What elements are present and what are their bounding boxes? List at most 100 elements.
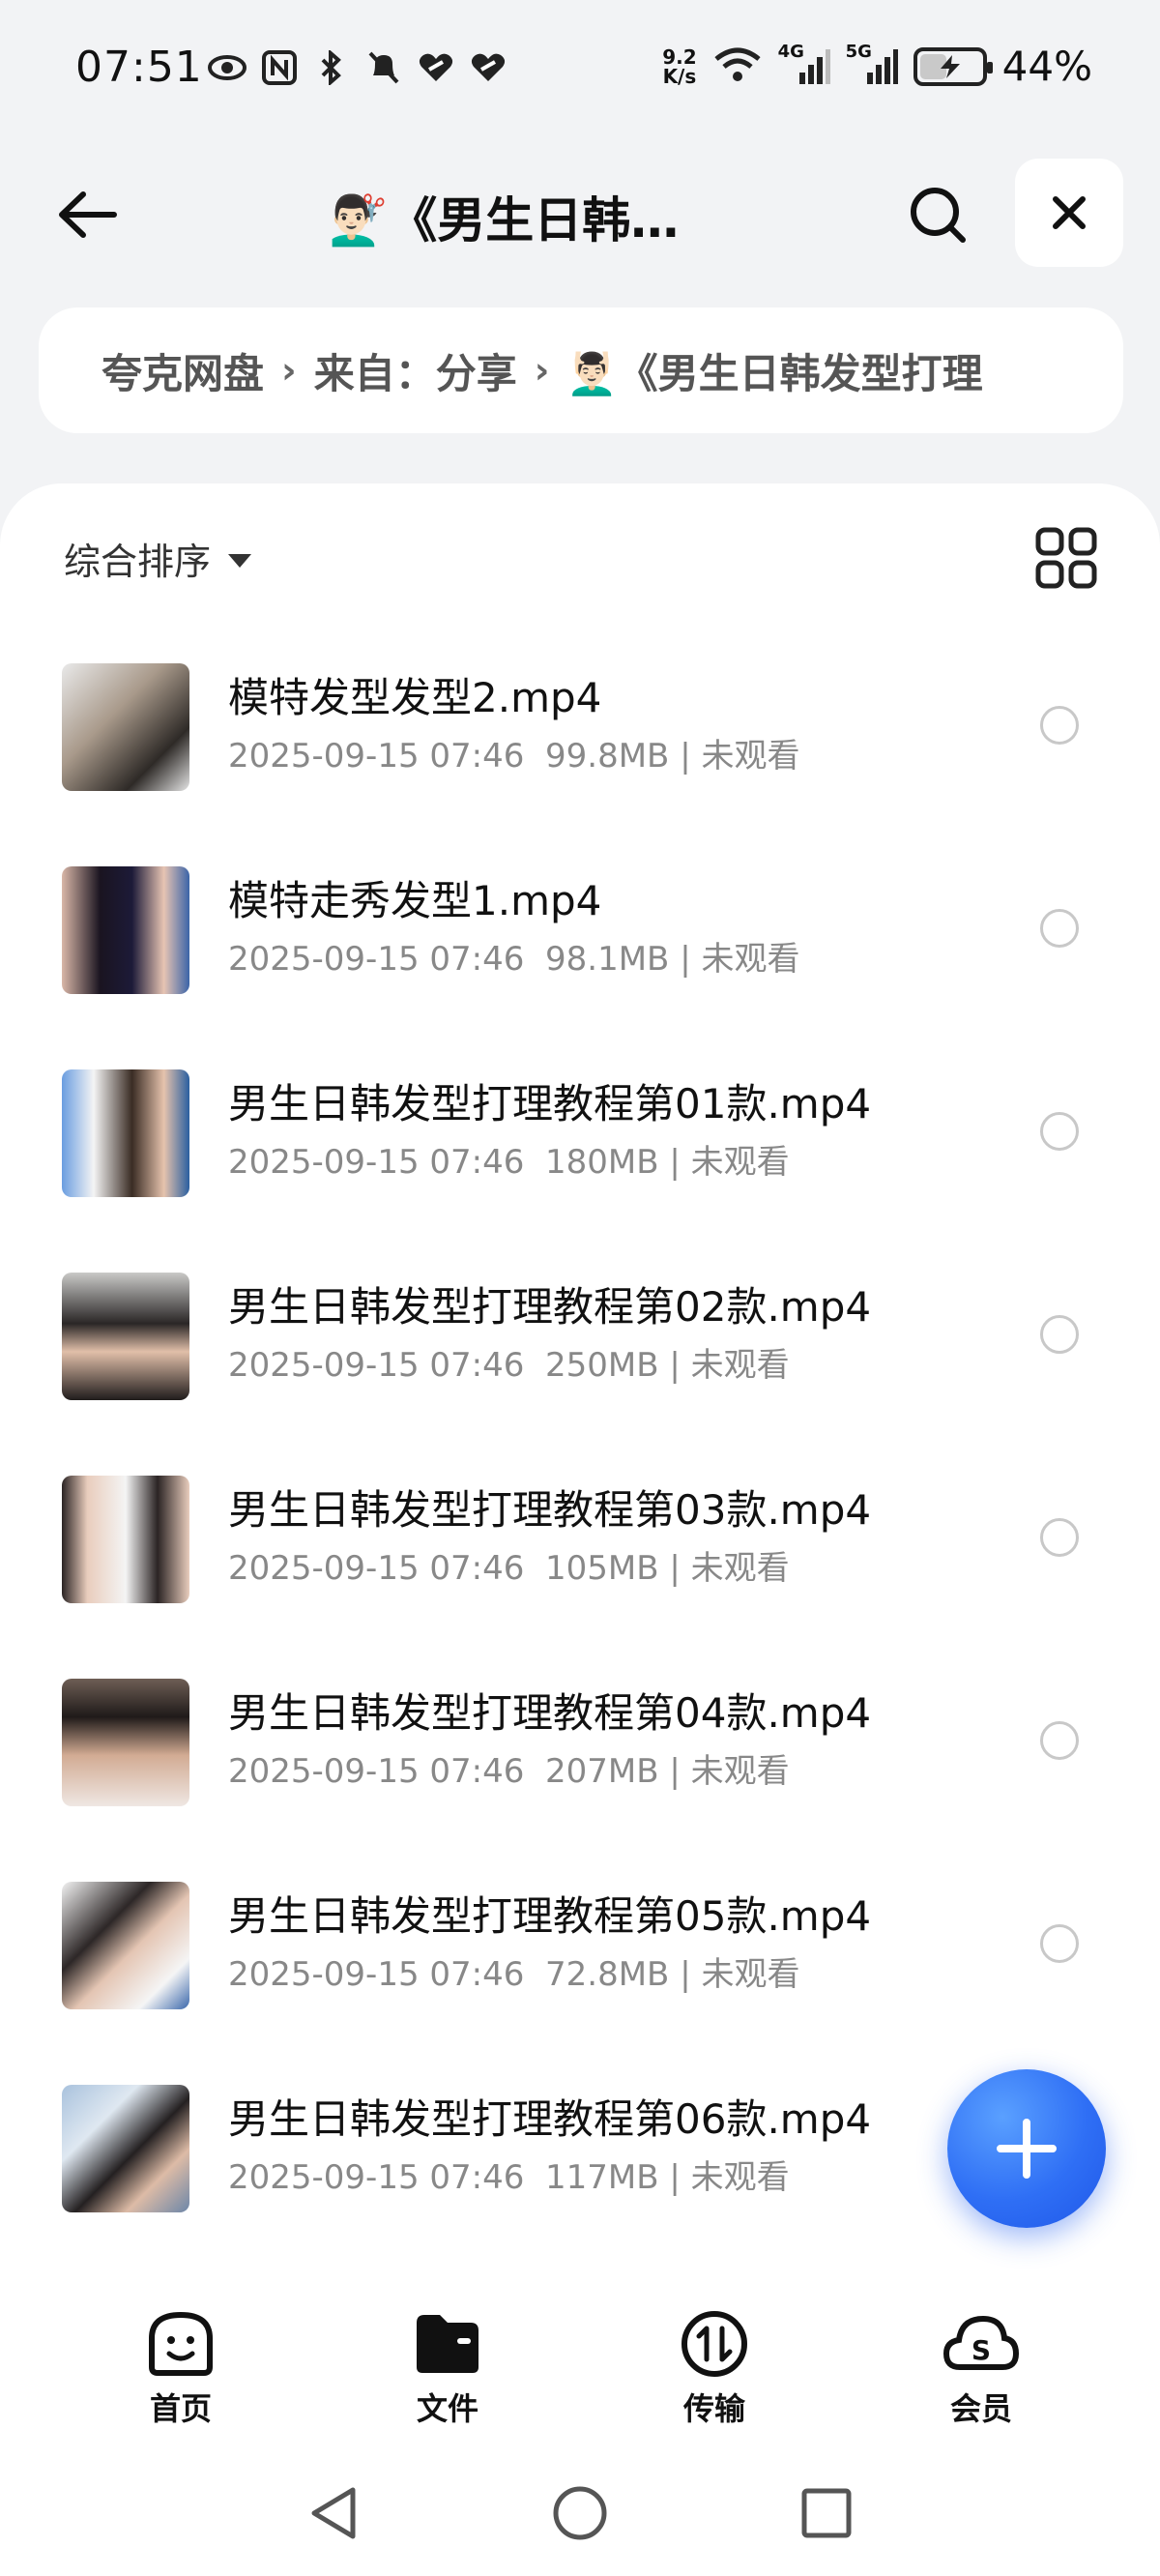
title-bar: 💇🏻‍♂️《男生日韩… xyxy=(0,145,1160,280)
file-meta: 2025-09-15 07:46 72.8MB | 未观看 xyxy=(228,1947,799,1995)
nav-item-transfer[interactable]: 传输 xyxy=(647,2309,782,2429)
status-time: 07:51 xyxy=(75,43,203,92)
file-row[interactable]: 男生日韩发型打理教程第01款.mp4 2025-09-15 07:46 180M… xyxy=(0,1054,1160,1257)
breadcrumb-item-share[interactable]: 来自：分享 xyxy=(314,341,517,400)
file-status: 未观看 xyxy=(690,1752,790,1791)
add-fab-button[interactable] xyxy=(947,2069,1106,2228)
file-size: 250MB xyxy=(545,1346,659,1385)
signal-icon: 4G xyxy=(778,42,830,86)
file-list: 模特发型发型2.mp4 2025-09-15 07:46 99.8MB | 未观… xyxy=(0,648,1160,2272)
system-back-button[interactable] xyxy=(300,2479,367,2547)
file-row[interactable]: 男生日韩发型打理教程第04款.mp4 2025-09-15 07:46 207M… xyxy=(0,1663,1160,1866)
file-meta: 2025-09-15 07:46 99.8MB | 未观看 xyxy=(228,729,799,776)
meta-separator: | xyxy=(669,1346,681,1385)
file-meta: 2025-09-15 07:46 180MB | 未观看 xyxy=(228,1135,790,1183)
select-radio[interactable] xyxy=(1040,706,1079,745)
file-status: 未观看 xyxy=(690,1549,790,1588)
file-name: 模特发型发型2.mp4 xyxy=(228,674,602,721)
net-speed-unit: K/s xyxy=(662,64,697,88)
sort-label: 综合排序 xyxy=(64,541,212,583)
nav-label: 首页 xyxy=(149,2390,212,2427)
mute-bell-icon xyxy=(364,48,403,87)
wifi-icon xyxy=(712,45,763,88)
meta-separator: | xyxy=(669,1549,681,1588)
select-radio[interactable] xyxy=(1040,1112,1079,1151)
file-status: 未观看 xyxy=(701,940,800,979)
transfer-icon xyxy=(682,2311,747,2377)
file-date: 2025-09-15 07:46 xyxy=(228,1752,525,1791)
system-recents-button[interactable] xyxy=(793,2479,860,2547)
status-icons-right: 9.2 K/s 4G 5G 44% xyxy=(662,41,1092,91)
select-radio[interactable] xyxy=(1040,1924,1079,1963)
heart-link-icon xyxy=(469,48,508,87)
nav-item-member[interactable]: S 会员 xyxy=(914,2309,1049,2429)
back-button[interactable] xyxy=(48,176,126,253)
close-icon xyxy=(1053,196,1086,229)
heart-link-icon xyxy=(417,48,455,87)
file-row[interactable]: 男生日韩发型打理教程第02款.mp4 2025-09-15 07:46 250M… xyxy=(0,1257,1160,1460)
chevron-right-icon: › xyxy=(281,349,297,392)
cloud-member-icon: S xyxy=(942,2315,1020,2370)
file-size: 180MB xyxy=(545,1143,659,1182)
plus-icon xyxy=(997,2119,1057,2179)
file-size: 99.8MB xyxy=(545,737,670,776)
back-arrow-icon xyxy=(59,191,117,238)
smiley-home-icon xyxy=(149,2311,213,2376)
nav-item-home[interactable]: 首页 xyxy=(113,2309,248,2429)
breadcrumb-item-root[interactable]: 夸克网盘 xyxy=(102,341,264,400)
file-row[interactable]: 男生日韩发型打理教程第03款.mp4 2025-09-15 07:46 105M… xyxy=(0,1460,1160,1663)
meta-separator: | xyxy=(680,1955,691,1994)
file-meta: 2025-09-15 07:46 105MB | 未观看 xyxy=(228,1541,790,1589)
select-radio[interactable] xyxy=(1040,1518,1079,1557)
file-date: 2025-09-15 07:46 xyxy=(228,1955,525,1994)
breadcrumb-item-current: 💆🏻‍♂️《男生日韩发型打理 xyxy=(566,349,983,397)
folder-icon xyxy=(417,2315,478,2373)
file-date: 2025-09-15 07:46 xyxy=(228,940,525,979)
nav-label: 文件 xyxy=(416,2390,478,2427)
video-thumbnail xyxy=(62,1679,189,1806)
bottom-nav: 首页 文件 传输 S 会员 xyxy=(0,2292,1160,2437)
file-name: 男生日韩发型打理教程第05款.mp4 xyxy=(228,1892,872,1940)
file-size: 117MB xyxy=(545,2158,659,2197)
select-radio[interactable] xyxy=(1040,1315,1079,1354)
video-thumbnail xyxy=(62,663,189,791)
close-button[interactable] xyxy=(1015,159,1123,267)
select-radio[interactable] xyxy=(1040,909,1079,948)
file-name: 男生日韩发型打理教程第02款.mp4 xyxy=(228,1283,872,1331)
video-thumbnail xyxy=(62,1273,189,1400)
file-row[interactable]: 模特发型发型2.mp4 2025-09-15 07:46 99.8MB | 未观… xyxy=(0,648,1160,851)
signal2-label: 5G xyxy=(845,41,872,62)
nav-label: 传输 xyxy=(682,2390,745,2427)
file-name: 模特走秀发型1.mp4 xyxy=(228,877,602,924)
video-thumbnail xyxy=(62,2085,189,2212)
file-size: 98.1MB xyxy=(545,940,670,979)
file-name: 男生日韩发型打理教程第04款.mp4 xyxy=(228,1689,872,1737)
system-nav-bar xyxy=(0,2456,1160,2576)
page-title: 💇🏻‍♂️《男生日韩… xyxy=(329,192,680,249)
net-speed: 9.2 K/s xyxy=(662,47,696,86)
video-thumbnail xyxy=(62,1476,189,1603)
grid-view-icon xyxy=(1035,527,1097,589)
breadcrumb: 夸克网盘 › 来自：分享 › 💆🏻‍♂️《男生日韩发型打理 xyxy=(39,307,1123,433)
file-date: 2025-09-15 07:46 xyxy=(228,1143,525,1182)
file-status: 未观看 xyxy=(701,737,800,776)
nav-item-files[interactable]: 文件 xyxy=(380,2309,515,2429)
search-button[interactable] xyxy=(899,176,976,253)
file-status: 未观看 xyxy=(690,2158,790,2197)
recents-square-icon xyxy=(801,2488,852,2538)
file-row[interactable]: 男生日韩发型打理教程第05款.mp4 2025-09-15 07:46 72.8… xyxy=(0,1866,1160,2069)
file-meta: 2025-09-15 07:46 98.1MB | 未观看 xyxy=(228,932,799,980)
status-icons-left xyxy=(208,48,508,87)
select-radio[interactable] xyxy=(1040,1721,1079,1760)
system-home-button[interactable] xyxy=(546,2479,614,2547)
svg-text:S: S xyxy=(972,2334,991,2366)
file-meta: 2025-09-15 07:46 117MB | 未观看 xyxy=(228,2151,790,2198)
file-row[interactable]: 模特走秀发型1.mp4 2025-09-15 07:46 98.1MB | 未观… xyxy=(0,851,1160,1054)
search-icon xyxy=(911,188,966,243)
file-date: 2025-09-15 07:46 xyxy=(228,2158,525,2197)
home-circle-icon xyxy=(553,2486,607,2540)
file-status: 未观看 xyxy=(701,1955,800,1994)
sort-dropdown[interactable]: 综合排序 xyxy=(64,532,252,585)
meta-separator: | xyxy=(680,940,691,979)
grid-view-button[interactable] xyxy=(1032,524,1100,592)
